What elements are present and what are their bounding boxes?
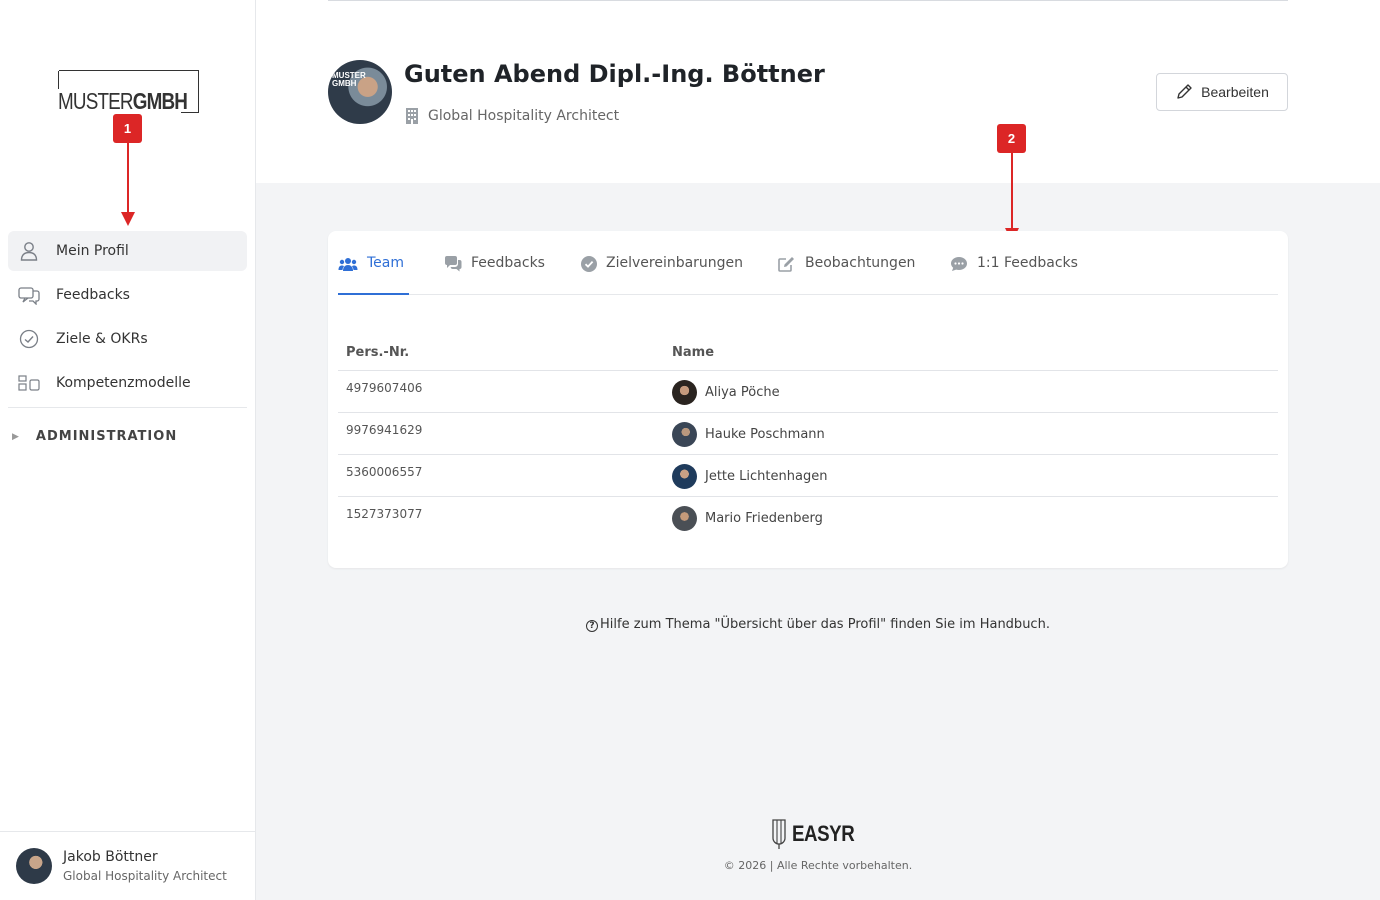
tab-team[interactable]: Team: [338, 255, 409, 295]
profile-avatar: MUSTER GMBH: [328, 60, 392, 124]
cell-name: Aliya Pöche: [672, 380, 780, 405]
help-link[interactable]: ? Hilfe zum Thema "Übersicht über das Pro…: [256, 617, 1380, 632]
copyright: © 2026 | Alle Rechte vorbehalten.: [723, 859, 913, 872]
help-text: Hilfe zum Thema "Übersicht über das Prof…: [600, 617, 1050, 632]
annotation-marker-2: 2: [997, 124, 1026, 153]
current-user[interactable]: Jakob Böttner Global Hospitality Archite…: [0, 831, 255, 900]
cell-name: Jette Lichtenhagen: [672, 464, 827, 489]
page-title: Guten Abend Dipl.-Ing. Böttner: [404, 60, 825, 88]
user-name: Jakob Böttner: [63, 849, 158, 865]
tab-1-1-feedbacks[interactable]: 1:1 Feedbacks: [950, 255, 1078, 295]
sidebar-section-administration[interactable]: ▶ ADMINISTRATION: [12, 429, 177, 444]
company-logo[interactable]: MUSTERGMBH: [58, 70, 200, 114]
table-row[interactable]: 4979607406 Aliya Pöche: [338, 371, 1278, 413]
team-card: Team Feedbacks Zielvereinbarungen Beobac…: [328, 231, 1288, 568]
annotation-arrow-1: [127, 143, 129, 215]
tab-feedbacks[interactable]: Feedbacks: [444, 255, 545, 295]
table-row[interactable]: 1527373077 Mario Friedenberg: [338, 497, 1278, 539]
edit-button[interactable]: Bearbeiten: [1156, 73, 1288, 111]
comments-icon: [444, 255, 462, 273]
sidebar-item-label: Kompetenzmodelle: [56, 375, 191, 391]
cell-pers-nr: 4979607406: [346, 381, 423, 395]
edit-button-label: Bearbeiten: [1201, 84, 1269, 100]
tab-label: Team: [367, 255, 405, 271]
sidebar-item-label: Ziele & OKRs: [56, 331, 148, 347]
sidebar-item-kompetenzmodelle[interactable]: Kompetenzmodelle: [8, 363, 247, 403]
table-row[interactable]: 9976941629 Hauke Poschmann: [338, 413, 1278, 455]
admin-label: ADMINISTRATION: [35, 429, 178, 444]
sidebar-item-label: Feedbacks: [56, 287, 130, 303]
annotation-marker-1: 1: [113, 114, 142, 143]
user-icon: [18, 240, 40, 262]
column-header-pers-nr[interactable]: Pers.-Nr.: [346, 345, 409, 360]
tab-label: 1:1 Feedbacks: [977, 255, 1078, 271]
check-circle-icon: [581, 255, 597, 273]
comment-dots-icon: [950, 255, 968, 273]
sidebar-item-feedbacks[interactable]: Feedbacks: [8, 275, 247, 315]
pencil-icon: [1175, 83, 1193, 101]
annotation-arrowhead-1: [121, 212, 135, 226]
header-divider: [328, 0, 1288, 1]
check-circle-icon: [18, 328, 40, 350]
brand-name: EASYR: [792, 821, 855, 846]
table-header: Pers.-Nr. Name: [338, 343, 1278, 371]
annotation-arrow-2: [1011, 153, 1013, 231]
avatar: [672, 380, 697, 405]
sidebar-nav: Mein Profil Feedbacks Ziele & OKRs Kompe…: [8, 231, 247, 407]
edit-icon: [778, 255, 796, 273]
tab-label: Feedbacks: [471, 255, 545, 271]
profile-role: Global Hospitality Architect: [406, 108, 619, 124]
main-content: MUSTER GMBH Guten Abend Dipl.-Ing. Böttn…: [256, 0, 1380, 900]
cell-name: Hauke Poschmann: [672, 422, 825, 447]
sidebar-item-ziele-okrs[interactable]: Ziele & OKRs: [8, 319, 247, 359]
person-name: Aliya Pöche: [705, 385, 780, 400]
cell-name: Mario Friedenberg: [672, 506, 823, 531]
sidebar-item-label: Mein Profil: [56, 243, 129, 259]
avatar: [672, 506, 697, 531]
avatar: [672, 422, 697, 447]
chat-icon: [18, 284, 40, 306]
person-name: Mario Friedenberg: [705, 511, 823, 526]
cell-pers-nr: 5360006557: [346, 465, 423, 479]
table-row[interactable]: 5360006557 Jette Lichtenhagen: [338, 455, 1278, 497]
users-icon: [338, 255, 358, 273]
avatar: [16, 848, 52, 884]
avatar-logo-text: MUSTER GMBH: [332, 71, 366, 88]
sidebar-divider: [8, 407, 247, 408]
sidebar: MUSTERGMBH 1 Mein Profil Feedbacks Ziele…: [0, 0, 256, 900]
profile-header: MUSTER GMBH Guten Abend Dipl.-Ing. Böttn…: [256, 0, 1380, 183]
sidebar-item-mein-profil[interactable]: Mein Profil: [8, 231, 247, 271]
tab-label: Zielvereinbarungen: [606, 255, 744, 271]
column-header-name[interactable]: Name: [672, 345, 714, 360]
footer-brand: EASYR: [770, 818, 865, 850]
question-circle-icon: ?: [586, 620, 599, 632]
building-icon: [406, 108, 418, 124]
tab-label: Beobachtungen: [805, 255, 916, 271]
caret-right-icon: ▶: [12, 431, 20, 442]
tab-zielvereinbarungen[interactable]: Zielvereinbarungen: [581, 255, 743, 295]
user-role: Global Hospitality Architect: [63, 869, 227, 883]
grid-icon: [18, 372, 40, 394]
cell-pers-nr: 9976941629: [346, 423, 423, 437]
person-name: Hauke Poschmann: [705, 427, 825, 442]
logo-text: MUSTERGMBH: [58, 88, 188, 114]
cell-pers-nr: 1527373077: [346, 507, 423, 521]
profile-role-text: Global Hospitality Architect: [428, 108, 620, 124]
tab-beobachtungen[interactable]: Beobachtungen: [778, 255, 915, 295]
tab-bar: Team Feedbacks Zielvereinbarungen Beobac…: [338, 231, 1278, 295]
person-name: Jette Lichtenhagen: [705, 469, 828, 484]
avatar: [672, 464, 697, 489]
easyr-logo-icon: [772, 819, 786, 849]
